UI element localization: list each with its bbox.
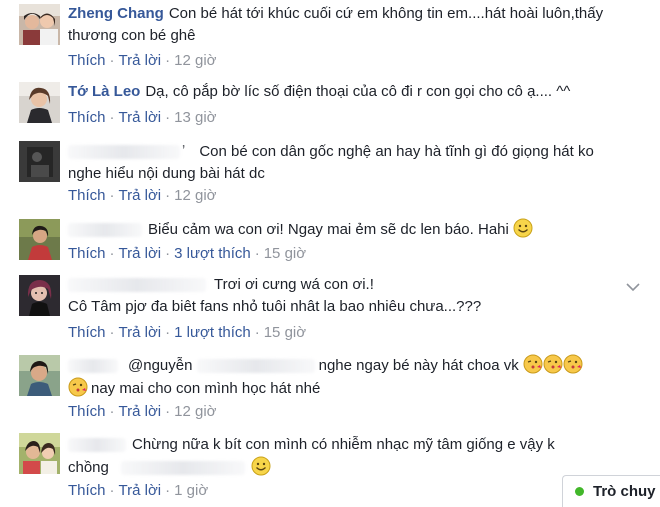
comment-actions: Thích · Trả lời · 3 lượt thích · 15 giờ (68, 244, 306, 264)
mention-link[interactable]: @nguyễn (128, 357, 192, 374)
comment-text: Dạ, cô pắp bờ líc số điện thoại của cô đ… (145, 83, 571, 100)
comment-text-continued: nghe hiểu nội dung bài hát dc (68, 165, 265, 182)
redacted-author (68, 145, 180, 160)
avatar[interactable] (19, 433, 60, 474)
like-link[interactable]: Thích (68, 109, 106, 126)
separator-dot: · (165, 245, 171, 262)
like-link[interactable]: Thích (68, 52, 106, 69)
comment-actions: Thích · Trả lời · 13 giờ (68, 108, 217, 128)
comment-author[interactable]: Zheng Chang (68, 5, 164, 22)
kiss-emoji-icon (68, 377, 88, 397)
comment-actions: Thích · Trả lời · 12 giờ (68, 51, 217, 71)
like-link[interactable]: Thích (68, 245, 106, 262)
comment-text: Biểu cảm wa con ơi! Ngay mai ẻm sẽ dc le… (148, 221, 509, 238)
avatar[interactable] (19, 275, 60, 316)
comment-actions: Thích · Trả lời · 1 giờ (68, 481, 208, 501)
like-link[interactable]: Thích (68, 324, 106, 341)
separator-dot: · (165, 324, 171, 341)
smile-emoji-icon (513, 218, 533, 238)
comment-body: Biểu cảm wa con ơi! Ngay mai ẻm sẽ dc le… (68, 218, 640, 241)
separator-dot: · (165, 403, 171, 420)
like-link[interactable]: Thích (68, 187, 106, 204)
separator-dot: · (254, 324, 260, 341)
avatar[interactable] (19, 4, 60, 45)
avatar[interactable] (19, 355, 60, 396)
avatar[interactable] (19, 141, 60, 182)
chevron-down-icon[interactable] (626, 282, 640, 292)
comment-actions: Thích · Trả lời · 12 giờ (68, 402, 217, 422)
separator-dot: · (109, 109, 115, 126)
comment-timestamp[interactable]: 12 giờ (174, 52, 216, 69)
reply-link[interactable]: Trả lời (119, 482, 162, 499)
separator-dot: · (165, 109, 171, 126)
kiss-emoji-icon (563, 354, 583, 374)
comment-timestamp[interactable]: 12 giờ (174, 403, 216, 420)
redacted-author (68, 278, 206, 293)
comment-timestamp[interactable]: 13 giờ (174, 109, 216, 126)
like-link[interactable]: Thích (68, 482, 106, 499)
chat-sidebar-tab[interactable]: Trò chuy (562, 475, 660, 507)
comment-author[interactable]: Tớ Là Leo (68, 83, 140, 100)
like-link[interactable]: Thích (68, 403, 106, 420)
redacted-author (68, 223, 142, 238)
comment-text: Chừng nữa k bít con mình có nhiễm nhạc m… (132, 436, 555, 453)
avatar[interactable] (19, 219, 60, 260)
comment-text-continued: Cô Tâm pjơ đa biêt fans nhỏ tuôi nhât la… (68, 298, 482, 315)
separator-dot: · (254, 245, 260, 262)
separator-dot: · (109, 324, 115, 341)
comment-text: nghe ngay bé này hát choa vk (318, 357, 519, 374)
comment-body: Trơi ơi cưng wá con ơi.! Cô Tâm pjơ đa b… (68, 274, 640, 318)
avatar[interactable] (19, 82, 60, 123)
separator-dot: · (165, 52, 171, 69)
separator-dot: · (109, 187, 115, 204)
comment-text: Trơi ơi cưng wá con ơi.! (214, 276, 374, 293)
smile-emoji-icon (251, 456, 271, 476)
separator-dot: · (109, 52, 115, 69)
redacted-author (68, 359, 118, 374)
reply-link[interactable]: Trả lời (119, 403, 162, 420)
comment-body: Zheng Chang Con bé hát tới khúc cuối cứ e… (68, 3, 640, 47)
separator-dot: · (165, 482, 171, 499)
reply-link[interactable]: Trả lời (119, 109, 162, 126)
comment-body: @nguyễn nghe ngay bé này hát choa vk nay… (68, 354, 640, 400)
comment-timestamp[interactable]: 15 giờ (264, 324, 306, 341)
reply-link[interactable]: Trả lời (119, 52, 162, 69)
comment-text-continued: chồng (68, 459, 109, 476)
online-status-icon (575, 487, 584, 496)
kiss-emoji-icon (523, 354, 543, 374)
comment-timestamp[interactable]: 1 giờ (174, 482, 208, 499)
reply-link[interactable]: Trả lời (119, 245, 162, 262)
comment-body: Chừng nữa k bít con mình có nhiễm nhạc m… (68, 434, 640, 479)
author-trailing-mark: ʼ (182, 143, 186, 160)
separator-dot: · (165, 187, 171, 204)
reply-link[interactable]: Trả lời (119, 187, 162, 204)
separator-dot: · (109, 403, 115, 420)
chat-label: Trò chuy (593, 483, 656, 500)
kiss-emoji-icon (543, 354, 563, 374)
comment-timestamp[interactable]: 15 giờ (264, 245, 306, 262)
separator-dot: · (109, 482, 115, 499)
comment-timestamp[interactable]: 12 giờ (174, 187, 216, 204)
comment-actions: Thích · Trả lời · 12 giờ (68, 186, 217, 206)
comment-body: ʼ Con bé con dân gốc nghệ an hay hà tĩnh … (68, 141, 640, 185)
redacted-mention (196, 359, 315, 374)
comment-text-continued: nay mai cho con mình học hát nhé (91, 380, 321, 397)
redacted-mention (121, 461, 246, 476)
comment-text: Con bé con dân gốc nghệ an hay hà tĩnh g… (199, 143, 594, 160)
comment-body: Tớ Là Leo Dạ, cô pắp bờ líc số điện thoại… (68, 81, 640, 103)
comment-actions: Thích · Trả lời · 1 lượt thích · 15 giờ (68, 323, 306, 343)
redacted-author (68, 438, 126, 453)
separator-dot: · (109, 245, 115, 262)
like-count[interactable]: 1 lượt thích (174, 324, 251, 341)
like-count[interactable]: 3 lượt thích (174, 245, 251, 262)
reply-link[interactable]: Trả lời (119, 324, 162, 341)
